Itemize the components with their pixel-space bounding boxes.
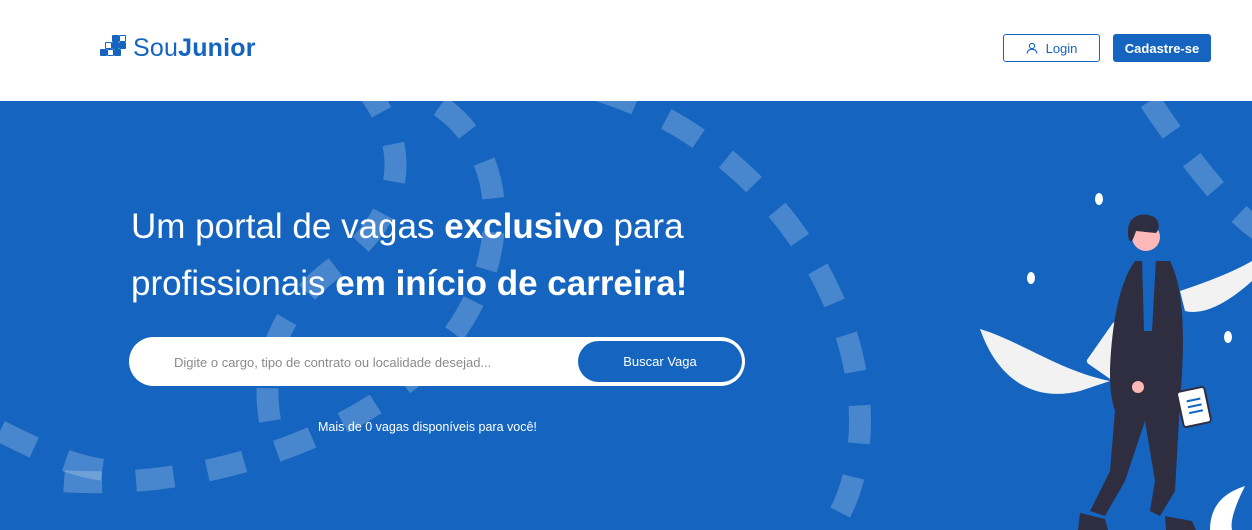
vacancy-count: Mais de 0 vagas disponíveis para você!	[318, 420, 537, 434]
login-label: Login	[1045, 40, 1078, 56]
person-walking-illustration	[980, 193, 1252, 530]
headline-part1: Um portal de vagas	[131, 207, 445, 246]
login-button[interactable]: Login	[1003, 34, 1100, 62]
logo-prefix: Sou	[133, 33, 179, 62]
signup-label: Cadastre-se	[1124, 40, 1200, 56]
headline-bold2: em início de carreira!	[335, 264, 688, 303]
headline-bold1: exclusivo	[444, 207, 604, 246]
search-button[interactable]: Buscar Vaga	[578, 341, 742, 382]
logo-suffix: Junior	[178, 33, 256, 62]
user-icon	[1026, 42, 1038, 54]
site-header: SouJunior Login Cadastre-se	[0, 0, 1252, 101]
signup-button[interactable]: Cadastre-se	[1113, 34, 1211, 62]
search-input[interactable]	[174, 351, 564, 373]
logo-text: SouJunior	[133, 34, 256, 63]
hero-headline: Um portal de vagas exclusivo para profis…	[131, 198, 771, 312]
squares-logo-icon	[100, 35, 126, 61]
logo[interactable]: SouJunior	[100, 34, 256, 62]
hero-section: Um portal de vagas exclusivo para profis…	[0, 101, 1252, 530]
search-button-label: Buscar Vaga	[623, 354, 697, 369]
search-bar: Buscar Vaga	[129, 337, 745, 386]
